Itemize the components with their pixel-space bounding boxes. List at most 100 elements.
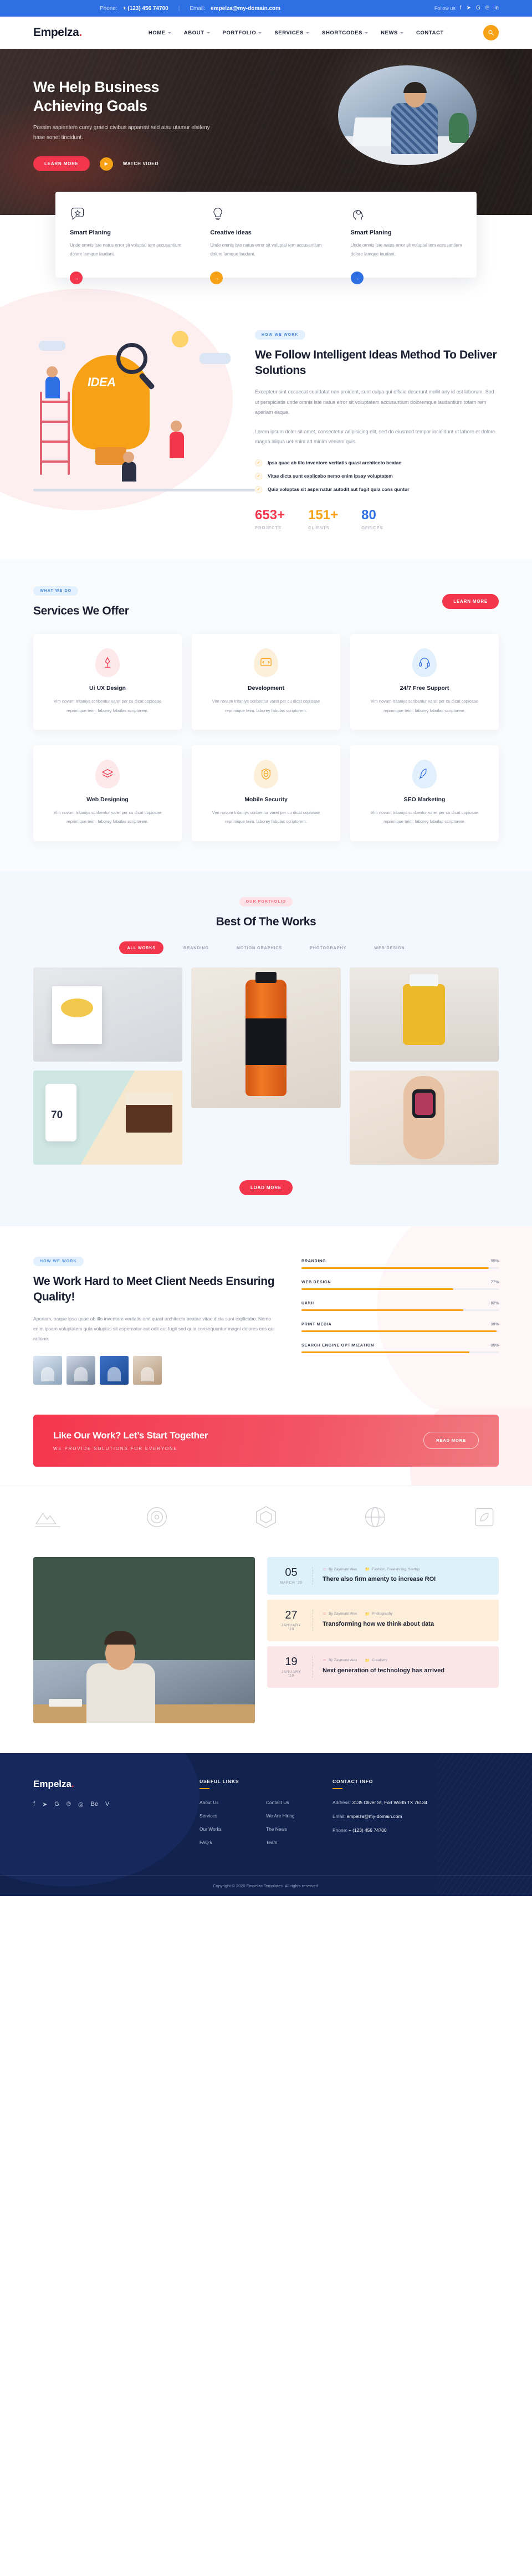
nav-item-contact[interactable]: CONTACT xyxy=(416,30,444,36)
play-icon[interactable]: ▶ xyxy=(99,157,113,171)
blog-post-date: 27 JANUARY ’20 xyxy=(278,1609,313,1631)
arrow-right-icon[interactable]: → xyxy=(70,272,83,284)
footer-phone-value[interactable]: + (123) 456 74700 xyxy=(349,1827,387,1833)
chevron-down-icon xyxy=(365,32,369,34)
twitter-icon[interactable]: ➤ xyxy=(467,6,471,11)
service-card-web-designing[interactable]: Web Designing Vim novum tritaniys scribe… xyxy=(33,745,182,841)
service-text: Vim novum tritaniys scribentur varet per… xyxy=(370,810,479,824)
footer-logo-text: Empelza xyxy=(33,1778,71,1789)
clients-logos-section xyxy=(0,1485,532,1550)
footer-link-our-works[interactable]: Our Works xyxy=(200,1826,266,1832)
nav-label: ABOUT xyxy=(183,29,204,36)
blog-post-title[interactable]: There also firm amenty to increase ROI xyxy=(323,1575,436,1584)
instagram-icon[interactable]: ◎ xyxy=(78,1801,84,1808)
watch-video-label[interactable]: WATCH VIDEO xyxy=(123,161,159,166)
google-plus-icon[interactable]: G xyxy=(54,1801,59,1808)
blog-post-item[interactable]: 19 JANUARY ’20 ☺ By Zaymund Alex 📁 Creativ… xyxy=(267,1646,499,1688)
portfolio-tab-motion-graphics[interactable]: MOTION GRAPHICS xyxy=(229,941,290,954)
feature-title: Creative Ideas xyxy=(210,229,252,236)
feature-card[interactable]: Smart Planing Unde omnis iste natus erro… xyxy=(336,206,477,284)
blog-post-item[interactable]: 27 JANUARY ’20 ☺ By Zaymund Alex 📁 Photogr… xyxy=(267,1599,499,1641)
pinterest-icon[interactable]: ℗ xyxy=(66,1801,71,1808)
team-thumbnail[interactable] xyxy=(33,1355,62,1385)
service-card-seo-marketing[interactable]: SEO Marketing Vim novum tritaniys scribe… xyxy=(350,745,499,841)
blog-post-title[interactable]: Next generation of technology has arrive… xyxy=(323,1667,444,1676)
vimeo-icon[interactable]: V xyxy=(105,1801,109,1808)
skill-track xyxy=(301,1288,499,1290)
skill-bars: BRANDING 95% WEB DESIGN 77% UX/UI 82% PR… xyxy=(301,1255,499,1385)
feature-card[interactable]: Creative Ideas Unde omnis iste natus err… xyxy=(196,206,336,284)
nav-item-portfolio[interactable]: PORTFOLIO xyxy=(223,30,262,36)
footer-link-faqs[interactable]: FAQ's xyxy=(200,1840,266,1845)
behance-icon[interactable]: Be xyxy=(91,1801,98,1808)
footer-email-value[interactable]: empelza@my-domain.com xyxy=(347,1814,402,1819)
services-section: WHAT WE DO Services We Offer LEARN MORE … xyxy=(0,559,532,871)
arrow-right-icon[interactable]: → xyxy=(350,272,364,284)
load-more-button[interactable]: LOAD MORE xyxy=(239,1180,293,1196)
search-icon[interactable] xyxy=(483,25,499,40)
services-learn-more-button[interactable]: LEARN MORE xyxy=(442,593,499,609)
cta-read-more-button[interactable]: READ MORE xyxy=(423,1432,479,1450)
blog-post-list: 05 MARCH ’20 ☺ By Zaymund Alex 📁 Fashion, … xyxy=(267,1556,499,1723)
counter-item-offices: 80 OFFICES xyxy=(361,508,383,530)
footer-logo[interactable]: Empelza. xyxy=(33,1779,200,1790)
portfolio-tab-branding[interactable]: BRANDING xyxy=(176,941,217,954)
feature-title: Smart Planing xyxy=(350,229,392,236)
feature-card[interactable]: Smart Planing Unde omnis iste natus erro… xyxy=(55,206,196,284)
portfolio-item-notebook[interactable] xyxy=(33,967,183,1062)
google-plus-icon[interactable]: G xyxy=(476,6,480,11)
skill-bar-ux-ui: UX/UI 82% xyxy=(301,1300,499,1312)
section-pill: HOW WE WORK xyxy=(33,1257,84,1267)
footer-link-the-news[interactable]: The News xyxy=(266,1826,332,1832)
pinterest-icon[interactable]: ℗ xyxy=(485,6,489,11)
linkedin-icon[interactable]: in xyxy=(494,6,499,11)
nav-item-about[interactable]: ABOUT xyxy=(184,30,210,36)
nav-item-shortcodes[interactable]: SHORTCODES xyxy=(322,30,369,36)
team-thumbnail[interactable] xyxy=(66,1355,95,1385)
footer-link-team[interactable]: Team xyxy=(266,1840,332,1845)
portfolio-img-watch xyxy=(412,1089,436,1119)
service-card-mobile-security[interactable]: Mobile Security Vim novum tritaniys scri… xyxy=(192,745,340,841)
portfolio-tab-all-works[interactable]: ALL WORKS xyxy=(119,941,163,955)
service-card-free-support[interactable]: 24/7 Free Support Vim novum tritaniys sc… xyxy=(350,634,499,730)
nav-item-home[interactable]: HOME xyxy=(149,30,171,36)
blog-author-name: By Zaymund Alex xyxy=(329,1658,357,1663)
service-title: SEO Marketing xyxy=(403,796,446,803)
facebook-icon[interactable]: f xyxy=(460,6,462,11)
portfolio-item-chocolate[interactable]: 70 xyxy=(33,1071,183,1165)
site-logo[interactable]: Empelza. xyxy=(33,26,82,39)
topbar-email-label: Email: xyxy=(190,5,206,12)
illus-person-head xyxy=(171,421,182,432)
blog-post-item[interactable]: 05 MARCH ’20 ☺ By Zaymund Alex 📁 Fashion, … xyxy=(267,1556,499,1595)
footer-link-we-are-hiring[interactable]: We Are Hiring xyxy=(266,1813,332,1819)
hexagon-logo xyxy=(252,1503,280,1532)
footer-link-about-us[interactable]: About Us xyxy=(200,1800,266,1805)
portfolio-tab-photography[interactable]: PHOTOGRAPHY xyxy=(302,941,354,954)
service-card-development[interactable]: Development Vim novum tritaniys scribent… xyxy=(192,634,340,730)
service-text: Vim novum tritaniys scribentur varet per… xyxy=(53,699,162,713)
nav-item-news[interactable]: NEWS xyxy=(381,30,403,36)
footer-brand: Empelza. f ➤ G ℗ ◎ Be V xyxy=(33,1779,200,1853)
illus-person-head xyxy=(123,452,134,463)
topbar-email-value[interactable]: empelza@my-domain.com xyxy=(211,6,280,12)
blog-post-title[interactable]: Transforming how we think about data xyxy=(323,1620,434,1629)
facebook-icon[interactable]: f xyxy=(33,1801,35,1808)
blog-post-month: MARCH ’20 xyxy=(279,1580,303,1585)
code-icon xyxy=(254,648,278,678)
team-thumbnail[interactable] xyxy=(133,1355,162,1385)
portfolio-item-juice-bottle[interactable] xyxy=(191,967,341,1109)
topbar-phone-value[interactable]: + (123) 456 74700 xyxy=(123,6,168,12)
nav-item-services[interactable]: SERVICES xyxy=(274,30,310,36)
service-text: Vim novum tritaniys scribentur varet per… xyxy=(370,699,479,713)
service-card-ui-ux-design[interactable]: Ui UX Design Vim novum tritaniys scriben… xyxy=(33,634,182,730)
illus-ground xyxy=(33,489,255,491)
portfolio-item-smartwatch[interactable] xyxy=(349,1071,499,1165)
hero-learn-more-button[interactable]: LEARN MORE xyxy=(33,156,90,172)
portfolio-item-jar[interactable] xyxy=(349,967,499,1062)
footer-link-services[interactable]: Services xyxy=(200,1813,266,1819)
portfolio-tab-web-design[interactable]: WEB DESIGN xyxy=(366,941,412,954)
footer-link-contact-us[interactable]: Contact Us xyxy=(266,1800,332,1805)
twitter-icon[interactable]: ➤ xyxy=(42,1801,47,1808)
team-thumbnail[interactable] xyxy=(100,1355,129,1385)
nav-label: PORTFOLIO xyxy=(222,29,257,36)
